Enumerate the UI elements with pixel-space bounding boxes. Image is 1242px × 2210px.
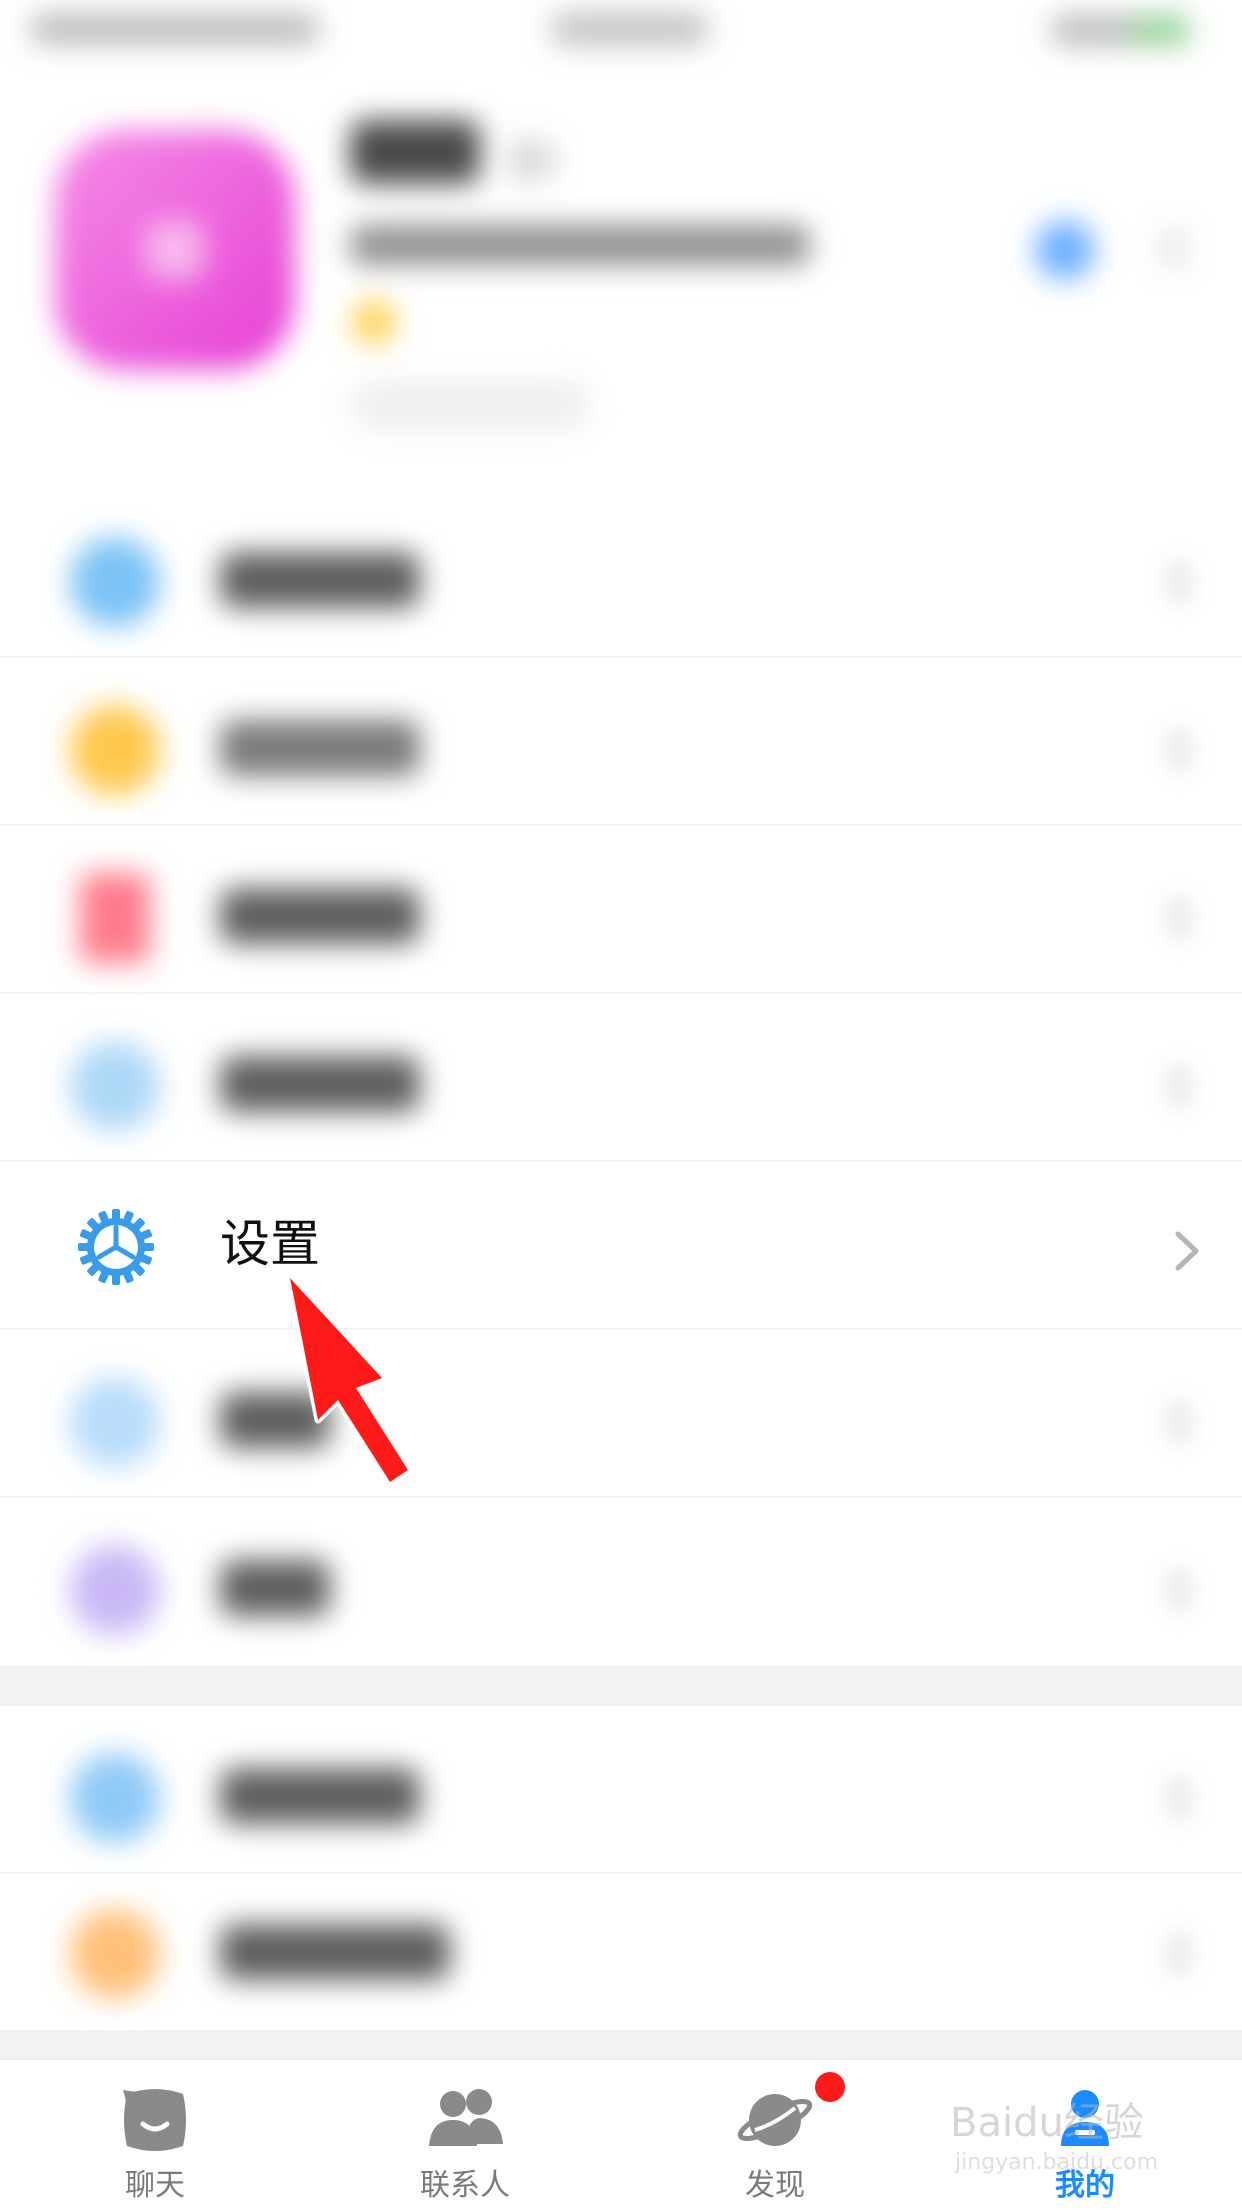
menu-item-icon xyxy=(70,1909,160,1999)
chevron-right-icon xyxy=(1165,560,1193,604)
tab-contacts[interactable]: 联系人 xyxy=(310,2060,610,2210)
menu-item-icon xyxy=(70,1377,160,1467)
menu-item-icon xyxy=(70,1545,160,1635)
tab-label: 聊天 xyxy=(125,2168,185,2203)
section-divider xyxy=(0,2030,1242,2058)
menu-item-9[interactable] xyxy=(0,1862,1242,2030)
profile-name-tag xyxy=(508,140,554,180)
avatar[interactable] xyxy=(55,130,295,370)
clock xyxy=(550,12,710,46)
qr-code-icon[interactable] xyxy=(1035,220,1095,280)
menu-item-label xyxy=(220,552,420,608)
chevron-right-icon xyxy=(1165,1932,1193,1976)
chat-bubble-icon xyxy=(123,2089,186,2151)
menu-item-settings[interactable]: 设置 xyxy=(0,1160,1242,1330)
menu-item-icon xyxy=(70,1753,160,1843)
tab-discover[interactable]: 发现 xyxy=(620,2060,920,2210)
menu-item-icon xyxy=(80,873,150,963)
menu-item-2[interactable] xyxy=(0,658,1242,826)
menu-item-1[interactable] xyxy=(0,490,1242,658)
tab-label: 联系人 xyxy=(420,2168,510,2203)
notification-dot xyxy=(815,2072,845,2102)
chevron-right-icon xyxy=(1165,1064,1193,1108)
menu-item-8[interactable] xyxy=(0,1706,1242,1874)
chevron-right-icon xyxy=(1165,1776,1193,1820)
contacts-icon xyxy=(429,2089,503,2146)
menu-item-7[interactable] xyxy=(0,1498,1242,1666)
watermark-url: jingyan.baidu.com xyxy=(955,2150,1159,2175)
profile-name xyxy=(350,120,480,184)
menu-item-icon xyxy=(70,1041,160,1131)
status-pill[interactable] xyxy=(350,380,590,430)
menu-item-label xyxy=(220,1056,420,1112)
menu-item-label xyxy=(220,720,420,776)
annotation-arrow-icon xyxy=(286,1274,412,1486)
chevron-right-icon xyxy=(1175,1231,1199,1271)
chevron-right-icon xyxy=(1165,1400,1193,1444)
section-divider xyxy=(0,1666,1242,1706)
watermark-brand: Baidu经验 xyxy=(950,2100,1144,2146)
menu-item-6[interactable] xyxy=(0,1330,1242,1498)
chevron-right-icon xyxy=(1165,1568,1193,1612)
menu-item-icon xyxy=(70,537,160,627)
profile-account-id xyxy=(350,225,810,265)
menu-item-label xyxy=(220,888,420,944)
menu-item-4[interactable] xyxy=(0,994,1242,1162)
chevron-right-icon xyxy=(1165,896,1193,940)
tab-label: 发现 xyxy=(745,2168,805,2203)
menu-item-label xyxy=(220,1768,420,1824)
tab-chat[interactable]: 聊天 xyxy=(0,2060,300,2210)
chevron-right-icon xyxy=(1160,228,1186,268)
battery-icon xyxy=(1050,14,1190,46)
planet-icon xyxy=(737,2094,813,2146)
vip-badge-icon xyxy=(352,300,396,344)
gear-icon xyxy=(78,1209,154,1285)
status-bar xyxy=(0,0,1242,70)
menu-item-label xyxy=(220,1924,450,1980)
settings-label: 设置 xyxy=(220,1215,320,1273)
menu-item-icon xyxy=(70,705,160,795)
menu-item-label xyxy=(220,1560,330,1616)
menu-item-3[interactable] xyxy=(0,826,1242,994)
signal-carrier xyxy=(30,14,320,44)
chevron-right-icon xyxy=(1165,728,1193,772)
